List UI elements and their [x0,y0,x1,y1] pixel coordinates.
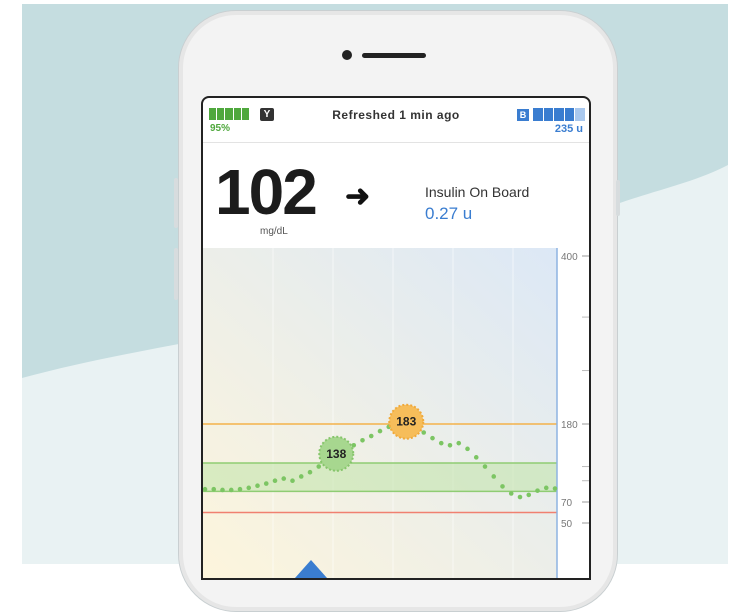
glucose-reading-dot [211,486,217,492]
y-axis-tick-label: 180 [561,420,578,431]
glucose-reading-dot [290,478,295,484]
front-camera [342,50,352,60]
glucose-reading-dot [307,469,313,475]
y-axis-tick-label: 70 [561,498,573,509]
glucose-chart[interactable]: 183 138 400 180 70 50 [203,248,589,578]
glucose-reading-dot [272,478,278,484]
glucose-reading-dot [351,442,357,448]
glucose-reading-dot [316,464,322,469]
glucose-reading-dot [360,438,365,443]
header-divider [203,142,589,143]
glucose-reading-dot [255,483,260,488]
glucose-reading-dot [281,476,287,481]
glucose-reading-dot [228,487,234,493]
glucose-reading-dot [500,484,505,489]
glucose-reading-dot [237,486,243,492]
power-button [616,180,620,216]
glucose-reading-dot [552,486,558,491]
glucose-reading-dot [438,440,444,446]
glucose-reading-dot [526,492,532,498]
glucose-reading-dot [473,455,479,460]
iob-value[interactable]: 0.27 u [425,204,472,224]
glucose-reading-dot [508,491,514,496]
annotation-label: 138 [326,447,346,461]
glucose-reading-dot [421,430,427,435]
glucose-annotation-bubble[interactable]: 138 [318,435,355,472]
glucose-reading-dot [456,440,462,446]
iob-label[interactable]: Insulin On Board [425,184,529,200]
refreshed-status: Refreshed 1 min ago [332,108,460,122]
glucose-reading-dot [220,487,225,493]
glucose-reading-dot [298,474,304,479]
glucose-reading-dot [447,442,453,448]
glucose-value[interactable]: 102 [215,160,318,224]
volume-button-up [174,178,178,228]
y-axis-tick-label: 400 [561,252,578,263]
glucose-reading-dot [246,485,252,491]
glucose-unit: mg/dL [260,226,288,237]
glucose-reading-dot [482,464,488,469]
glucose-reading-dot [430,435,435,441]
glucose-reading-dot [263,481,269,486]
volume-button-down [174,248,178,300]
reservoir-icon [533,108,585,121]
glucose-reading-dot [535,488,540,493]
earpiece-speaker [362,53,426,58]
annotation-label: 183 [396,415,416,429]
right-arrow-icon: ➜ [345,180,371,213]
chart-background [203,248,557,578]
glucose-reading-dot [491,474,497,479]
glucose-reading-dot [465,446,470,452]
battery-percent: 95% [210,123,231,134]
reservoir-units: 235 u [554,123,583,135]
glucose-annotation-bubble[interactable]: 183 [388,403,425,440]
app-screen: 95% Y Refreshed 1 min ago B 235 u 102 mg… [201,96,591,580]
glucose-reading-dot [368,433,374,439]
y-axis-tick-label: 50 [561,519,573,530]
glucose-reading-dot [377,428,383,434]
pump-badge: B [517,109,529,121]
glucose-reading-dot [517,494,523,500]
glucose-reading-dot [543,485,549,491]
